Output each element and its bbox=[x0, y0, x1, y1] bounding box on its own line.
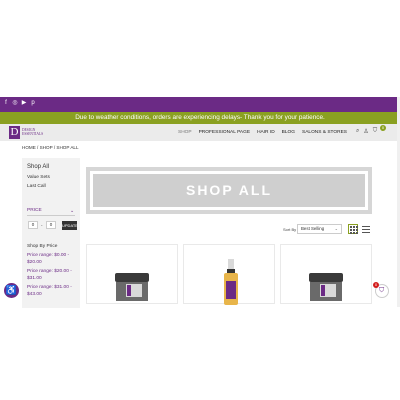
pinterest-icon[interactable]: p bbox=[30, 100, 36, 107]
main-nav: SHOP PROFESSIONAL PAGE HAIR ID BLOG SALO… bbox=[178, 129, 347, 136]
list-view-icon[interactable] bbox=[362, 225, 370, 233]
cart-icon[interactable]: ⛉ bbox=[373, 128, 378, 135]
site-header: D DESIGN ESSENTIALS SHOP PROFESSIONAL PA… bbox=[0, 124, 400, 141]
social-bar: f ◎ ▶ p bbox=[0, 97, 400, 112]
account-icon[interactable]: ♙ bbox=[363, 128, 368, 135]
social-links: f ◎ ▶ p bbox=[3, 100, 36, 107]
cart-count-badge: 0 bbox=[380, 125, 386, 131]
nav-item-blog[interactable]: BLOG bbox=[282, 129, 295, 136]
filter-sidebar: Shop All Value Sets Last Call PRICE ⌄ 0 … bbox=[22, 158, 80, 308]
nav-item-salons-stores[interactable]: SALONS & STORES bbox=[302, 129, 347, 136]
chevron-down-icon: ⌄ bbox=[334, 226, 338, 231]
nav-item-hair-id[interactable]: HAIR ID bbox=[257, 129, 275, 136]
sort-value: Best Selling bbox=[301, 226, 325, 231]
header-icons: ⌕ ♙ ⛉ 0 bbox=[356, 125, 386, 135]
youtube-icon[interactable]: ▶ bbox=[21, 100, 27, 107]
shop-by-price-heading: Shop By Price bbox=[27, 244, 58, 249]
grid-view-icon[interactable] bbox=[348, 224, 358, 234]
floating-cart-button[interactable]: ⛉ 0 bbox=[373, 282, 389, 298]
price-range-link[interactable]: Price range: $31.00 - $43.00 bbox=[27, 284, 77, 298]
facebook-icon[interactable]: f bbox=[3, 100, 9, 107]
sort-label: Sort By bbox=[283, 227, 297, 232]
price-range-dash: - bbox=[41, 223, 43, 228]
instagram-icon[interactable]: ◎ bbox=[12, 100, 18, 107]
product-card[interactable] bbox=[183, 244, 275, 305]
sidebar-item-value-sets[interactable]: Value Sets bbox=[27, 175, 50, 180]
product-card[interactable] bbox=[86, 244, 178, 304]
product-image[interactable] bbox=[224, 259, 238, 305]
hero-title: SHOP ALL bbox=[93, 174, 365, 207]
chevron-down-icon[interactable]: ⌄ bbox=[70, 208, 74, 214]
product-card[interactable] bbox=[280, 244, 372, 304]
sort-select[interactable]: Best Selling ⌄ bbox=[297, 224, 342, 234]
page: f ◎ ▶ p Due to weather conditions, order… bbox=[0, 0, 400, 400]
sidebar-title[interactable]: Shop All bbox=[27, 164, 49, 170]
price-range-track[interactable] bbox=[27, 215, 75, 216]
search-icon[interactable]: ⌕ bbox=[356, 128, 359, 135]
blank-top-area bbox=[0, 0, 400, 97]
sidebar-item-last-call[interactable]: Last Call bbox=[27, 184, 46, 189]
price-heading[interactable]: PRICE bbox=[27, 208, 42, 213]
price-max-input[interactable]: 0 bbox=[46, 221, 56, 229]
nav-item-professional-page[interactable]: PROFESSIONAL PAGE bbox=[199, 129, 250, 136]
cart-icon: ⛉ bbox=[379, 287, 385, 294]
brand-logo[interactable]: D DESIGN ESSENTIALS bbox=[9, 126, 49, 139]
accessibility-icon[interactable]: ♿ bbox=[4, 283, 19, 298]
price-min-input[interactable]: 0 bbox=[28, 221, 38, 229]
product-image[interactable] bbox=[309, 273, 343, 301]
product-image[interactable] bbox=[115, 273, 149, 301]
logo-wordmark: DESIGN ESSENTIALS bbox=[22, 128, 44, 136]
logo-mark: D bbox=[9, 126, 20, 139]
nav-item-shop[interactable]: SHOP bbox=[178, 129, 192, 136]
price-range-link[interactable]: Price range: $0.00 - $20.00 bbox=[27, 252, 77, 266]
cart-count-badge: 0 bbox=[373, 282, 379, 288]
announcement-bar: Due to weather conditions, orders are ex… bbox=[0, 112, 400, 124]
price-range-link[interactable]: Price range: $20.00 - $31.00 bbox=[27, 268, 77, 282]
hero-banner: SHOP ALL bbox=[86, 167, 372, 214]
breadcrumb: HOME / SHOP / SHOP ALL bbox=[22, 145, 79, 150]
update-button[interactable]: UPDATE bbox=[62, 221, 78, 230]
